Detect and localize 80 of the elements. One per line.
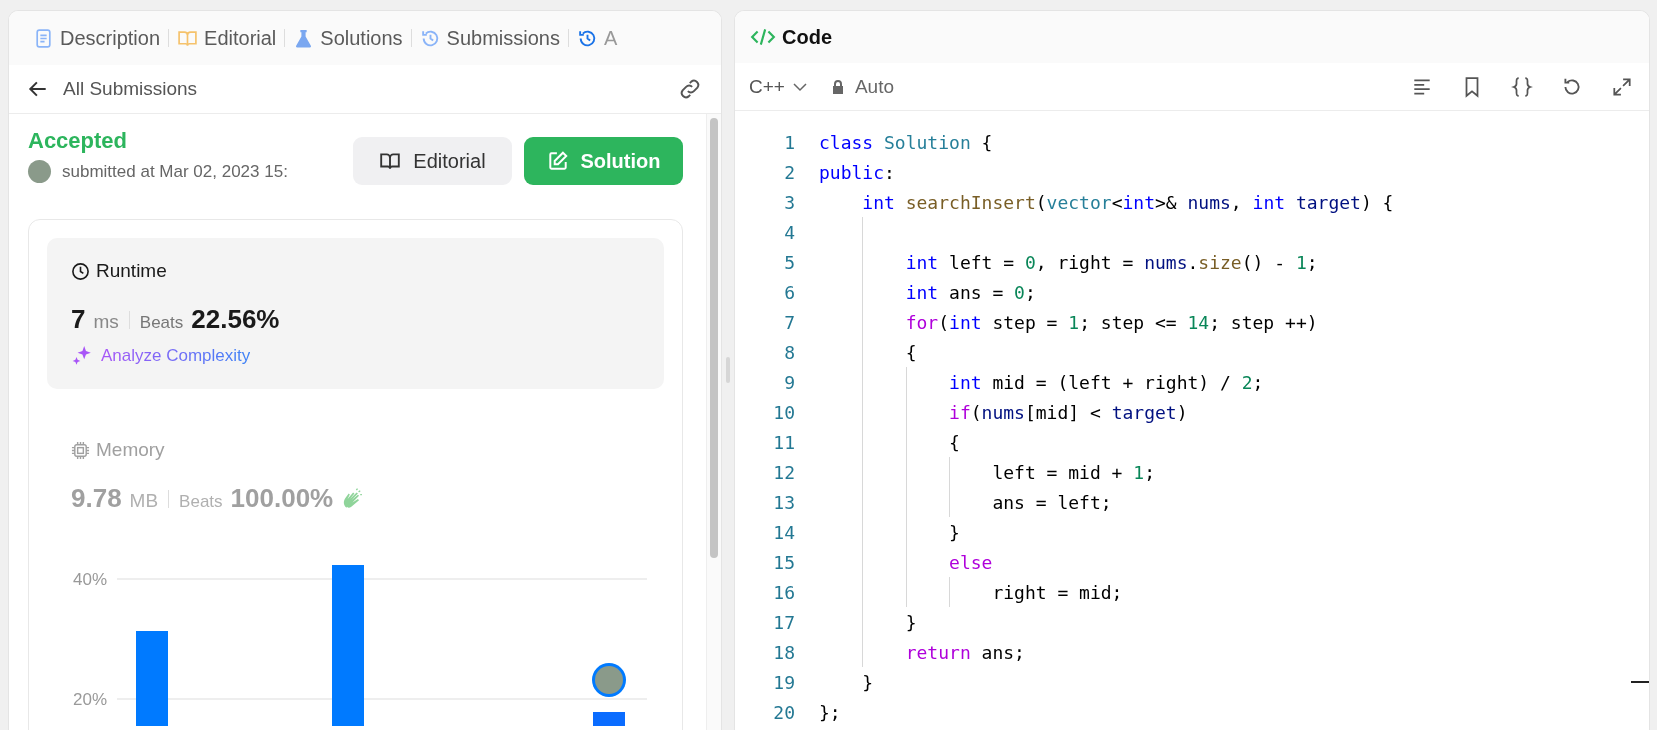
line-number: 2	[783, 161, 795, 183]
tab[interactable]: Editorial	[169, 26, 285, 50]
metric-title: Runtime	[96, 260, 167, 282]
chip-icon	[71, 440, 90, 460]
line-number: 14	[772, 521, 795, 543]
metric-value: 7	[71, 304, 86, 335]
code-line: }	[904, 611, 917, 633]
avatar	[28, 160, 51, 183]
chevron-down-icon	[792, 81, 807, 92]
histogram-bar	[593, 712, 625, 726]
line-number: 10	[772, 401, 795, 423]
code-line: }	[861, 671, 874, 693]
code-line: };	[819, 701, 841, 723]
line-number: 15	[772, 551, 795, 573]
line-number: 9	[783, 371, 795, 393]
metric-title: Memory	[96, 439, 165, 461]
code-line: else	[948, 551, 993, 573]
avatar-marker	[592, 663, 626, 697]
all-submissions-link[interactable]: All Submissions	[63, 78, 198, 100]
code-line: int mid = (left + right) / 2;	[948, 371, 1264, 393]
line-number: 5	[783, 251, 795, 273]
submitted-time: submitted at Mar 02, 2023 15:	[62, 161, 288, 182]
analyze-complexity-link[interactable]: Analyze Complexity	[101, 346, 251, 366]
braces-icon[interactable]	[1511, 75, 1533, 98]
line-number: 20	[772, 701, 795, 723]
expand-icon[interactable]	[1611, 75, 1633, 98]
code-icon	[750, 26, 776, 48]
code-line: class Solution {	[819, 131, 993, 153]
sparkle-icon	[71, 345, 93, 367]
code-line: for(int step = 1; step <= 14; step ++)	[904, 311, 1318, 333]
code-line: int left = 0, right = nums.size() - 1;	[904, 251, 1318, 273]
book-icon	[379, 150, 402, 172]
panel-title: Code	[782, 25, 832, 49]
line-number: 6	[783, 281, 795, 303]
metric-unit: MB	[129, 490, 159, 512]
code-line: int searchInsert(vector<int>& nums, int target) {	[861, 191, 1394, 213]
metric-unit: ms	[93, 311, 119, 333]
beats-percent: 22.56%	[191, 304, 280, 335]
clapping-hands-icon	[341, 487, 364, 510]
metric-value: 9.78	[71, 483, 122, 514]
line-number: 8	[783, 341, 795, 363]
line-number: 17	[772, 611, 795, 633]
editorial-button[interactable]: Editorial	[353, 137, 512, 185]
axis-tick-label: 20%	[72, 690, 107, 709]
code-line: ans = left;	[991, 491, 1112, 513]
line-number: 7	[783, 311, 795, 333]
beats-percent: 100.00%	[230, 483, 334, 514]
tab[interactable]: Solutions	[285, 26, 411, 50]
line-number: 1	[783, 131, 795, 153]
beats-label: Beats	[139, 313, 184, 333]
mode-label[interactable]: Auto	[854, 75, 894, 98]
tab[interactable]: Description	[25, 26, 169, 50]
code-line: public:	[819, 161, 895, 183]
code-line: {	[904, 341, 917, 363]
code-line: return ans;	[904, 641, 1025, 663]
beats-label: Beats	[179, 492, 223, 512]
code-line: right = mid;	[991, 581, 1123, 603]
language-dropdown[interactable]: C++	[749, 75, 807, 98]
axis-tick-label: 40%	[72, 570, 107, 589]
code-line: if(nums[mid] < target)	[948, 401, 1188, 423]
edit-icon	[546, 150, 569, 172]
runtime-metric[interactable]: Runtime 7 ms Beats 22.56% Analyze Complexity	[47, 238, 664, 389]
line-number: 18	[772, 641, 795, 663]
line-number: 13	[772, 491, 795, 513]
line-number: 4	[783, 221, 795, 243]
line-number: 16	[772, 581, 795, 603]
line-number: 19	[772, 671, 795, 693]
code-line: int ans = 0;	[904, 281, 1036, 303]
code-line: {	[948, 431, 960, 453]
scrollbar[interactable]	[706, 114, 721, 730]
code-line: left = mid + 1;	[991, 461, 1155, 483]
status-text: Accepted	[28, 128, 129, 154]
clock-icon	[71, 261, 90, 281]
line-number: 11	[772, 431, 795, 453]
lock-icon	[830, 78, 845, 95]
line-number: 3	[783, 191, 795, 213]
document-icon	[33, 27, 54, 49]
code-line: }	[948, 521, 960, 543]
line-number: 12	[772, 461, 795, 483]
tab[interactable]: Submissions	[411, 26, 568, 50]
